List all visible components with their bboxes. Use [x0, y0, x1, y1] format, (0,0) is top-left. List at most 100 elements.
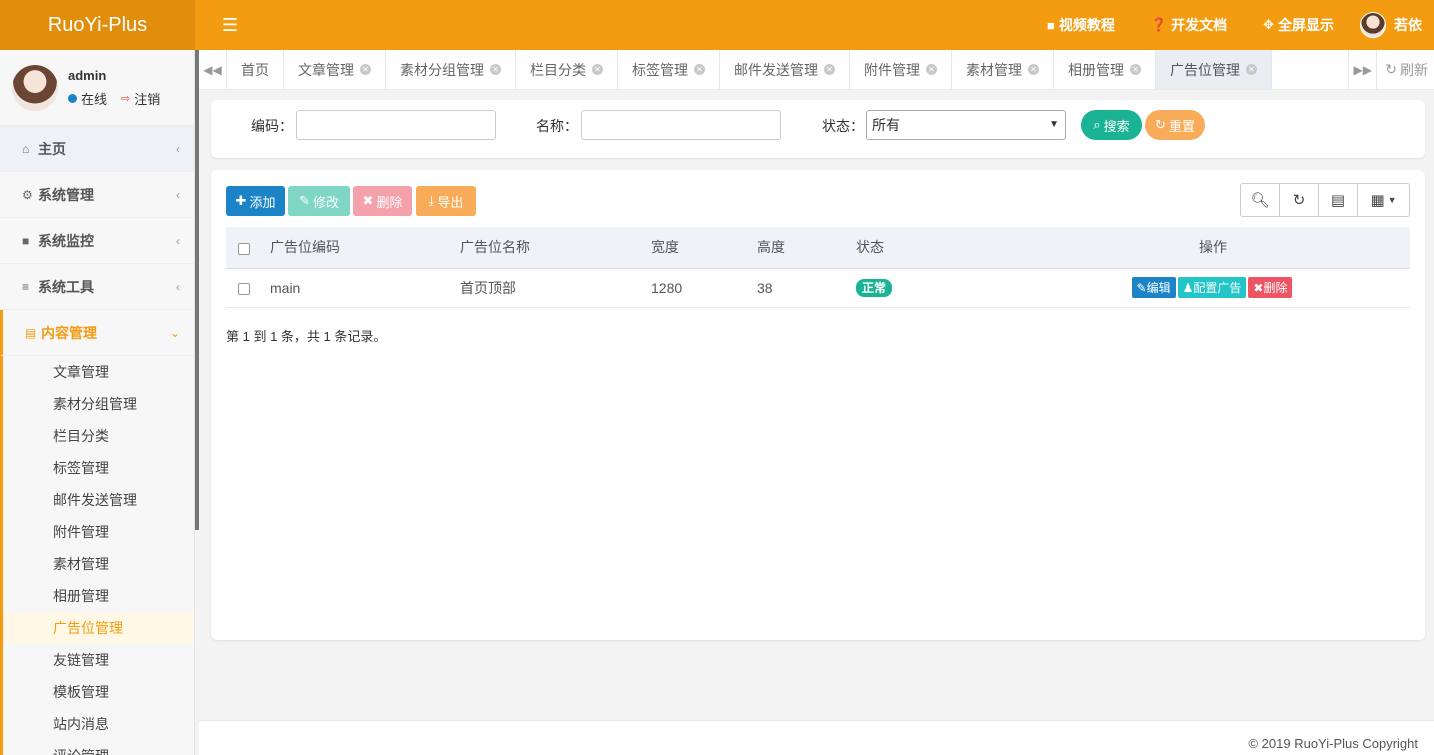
submenu-item[interactable]: 文章管理	[3, 356, 194, 388]
column-header[interactable]: 状态	[856, 227, 1016, 269]
sidebar-item-label: 主页	[38, 140, 66, 157]
submenu-item[interactable]: 站内消息	[3, 708, 194, 740]
columns-button[interactable]: ▦ ▼	[1358, 184, 1409, 216]
status-label: 状态：	[822, 118, 864, 134]
download-icon: ⤓	[428, 193, 435, 208]
video-tutorial-link[interactable]: ■ 视频教程	[1029, 0, 1133, 50]
sidebar-item-monitor[interactable]: ■ 系统监控 ‹	[0, 218, 194, 264]
tab-home[interactable]: 首页	[227, 50, 284, 89]
logout-icon[interactable]: ⇨	[121, 92, 130, 105]
delete-button[interactable]: ✖ 删除	[353, 186, 412, 216]
submenu-item[interactable]: 素材分组管理	[3, 388, 194, 420]
code-input[interactable]	[296, 110, 496, 140]
tab-ad-position[interactable]: 广告位管理 ✕	[1156, 50, 1272, 89]
tab-category[interactable]: 栏目分类 ✕	[516, 50, 618, 89]
close-icon[interactable]: ✕	[1028, 64, 1039, 75]
fullscreen-link[interactable]: ✥ 全屏显示	[1245, 0, 1352, 50]
sidebar-item-tools[interactable]: ≡ 系统工具 ‹	[0, 264, 194, 310]
tab-tags[interactable]: 标签管理 ✕	[618, 50, 720, 89]
tab-album[interactable]: 相册管理 ✕	[1054, 50, 1156, 89]
column-header[interactable]: 高度	[757, 227, 856, 269]
submenu-item[interactable]: 邮件发送管理	[3, 484, 194, 516]
tab-attachment[interactable]: 附件管理 ✕	[850, 50, 952, 89]
refresh-icon: ↻	[1292, 192, 1306, 209]
sidebar-scrollbar[interactable]	[195, 50, 199, 530]
refresh-button[interactable]: ↻ 刷新	[1376, 50, 1434, 89]
export-button[interactable]: ⤓ 导出	[416, 186, 476, 216]
chevron-left-icon: ‹	[176, 187, 180, 202]
row-edit-button[interactable]: ✎ 编辑	[1131, 277, 1176, 298]
bars-icon: ≡	[22, 279, 30, 294]
tab-label: 文章管理	[298, 61, 354, 78]
close-icon[interactable]: ✕	[360, 64, 371, 75]
column-header[interactable]: 宽度	[651, 227, 757, 269]
tab-label: 首页	[241, 61, 269, 78]
close-icon[interactable]: ✕	[1130, 64, 1141, 75]
chevron-left-icon: ‹	[176, 279, 180, 294]
submenu-item[interactable]: 标签管理	[3, 452, 194, 484]
edit-icon: ✎	[1136, 280, 1147, 295]
search-button[interactable]: ⌕ 搜索	[1081, 110, 1142, 140]
tab-material-group[interactable]: 素材分组管理 ✕	[386, 50, 516, 89]
search-toggle-button[interactable]: 🔍︎	[1241, 184, 1280, 216]
plus-icon: ✚	[235, 193, 247, 208]
name-label: 名称：	[536, 118, 578, 134]
close-icon[interactable]: ✕	[926, 64, 937, 75]
cell-width: 1280	[651, 268, 757, 308]
row-edit-label: 编辑	[1146, 281, 1171, 295]
tab-label: 邮件发送管理	[734, 61, 818, 78]
delete-button-label: 删除	[376, 194, 403, 210]
edit-button[interactable]: ✎ 修改	[288, 186, 350, 216]
tab-article[interactable]: 文章管理 ✕	[284, 50, 386, 89]
close-icon[interactable]: ✕	[1246, 64, 1257, 75]
tab-label: 广告位管理	[1170, 61, 1240, 78]
tab-label: 素材分组管理	[400, 61, 484, 78]
close-icon[interactable]: ✕	[824, 64, 835, 75]
add-button[interactable]: ✚ 添加	[226, 186, 285, 216]
caret-down-icon: ▼	[1049, 119, 1059, 130]
sidebar-item-home[interactable]: ⌂ 主页 ‹	[0, 126, 194, 172]
column-header[interactable]: 广告位编码	[270, 227, 460, 269]
row-checkbox[interactable]	[238, 282, 250, 295]
submenu-item[interactable]: 友链管理	[3, 644, 194, 676]
toggle-view-button[interactable]: ▤	[1319, 184, 1358, 216]
table-row[interactable]: main 首页顶部 1280 38 正常 ✎ 编辑 ♟ 配置广告 ✖ 删除	[226, 268, 1410, 308]
list-icon: ▤	[1330, 192, 1346, 209]
avatar[interactable]	[12, 64, 58, 111]
close-icon[interactable]: ✕	[694, 64, 705, 75]
logout-link[interactable]: 注销	[134, 89, 160, 108]
sidebar-item-system[interactable]: ⚙ 系统管理 ‹	[0, 172, 194, 218]
select-all-checkbox[interactable]	[238, 242, 250, 255]
column-header[interactable]: 广告位名称	[460, 227, 651, 269]
reset-button[interactable]: ↻ 重置	[1145, 110, 1205, 140]
tab-scroll-right-icon[interactable]: ▶▶	[1348, 50, 1376, 89]
sidebar-item-content[interactable]: ▤ 内容管理 ⌄	[0, 310, 194, 356]
fullscreen-label: 全屏显示	[1278, 17, 1334, 33]
hamburger-icon[interactable]: ☰	[195, 15, 265, 36]
tab-material[interactable]: 素材管理 ✕	[952, 50, 1054, 89]
brand-logo[interactable]: RuoYi-Plus	[0, 0, 195, 50]
main-panel: ✚ 添加 ✎ 修改 ✖ 删除 ⤓ 导出 🔍︎ ↻ ▤ ▦ ▼ 广告位编码 广告位名…	[211, 170, 1425, 640]
submenu-item[interactable]: 模板管理	[3, 676, 194, 708]
tab-label: 素材管理	[966, 61, 1022, 78]
close-icon[interactable]: ✕	[490, 64, 501, 75]
close-icon[interactable]: ✕	[592, 64, 603, 75]
submenu-item[interactable]: 栏目分类	[3, 420, 194, 452]
submenu-item[interactable]: 评论管理	[3, 740, 194, 755]
submenu-item[interactable]: 相册管理	[3, 580, 194, 612]
refresh-table-button[interactable]: ↻	[1280, 184, 1319, 216]
status-select[interactable]: 所有 ▼	[866, 110, 1066, 140]
tab-mail[interactable]: 邮件发送管理 ✕	[720, 50, 850, 89]
row-config-ad-button[interactable]: ♟ 配置广告	[1177, 277, 1247, 298]
submenu-item[interactable]: 素材管理	[3, 548, 194, 580]
submenu-item-active[interactable]: 广告位管理	[3, 612, 194, 644]
tab-scroll-left-icon[interactable]: ◀◀	[199, 50, 227, 89]
user-menu[interactable]: 若依	[1352, 12, 1434, 38]
dev-docs-link[interactable]: ❓ 开发文档	[1133, 0, 1245, 50]
submenu-item[interactable]: 附件管理	[3, 516, 194, 548]
name-input[interactable]	[581, 110, 781, 140]
footer: © 2019 RuoYi-Plus Copyright	[199, 720, 1434, 755]
tab-label: 标签管理	[632, 61, 688, 78]
row-delete-button[interactable]: ✖ 删除	[1248, 277, 1293, 298]
online-status: 在线	[81, 91, 108, 107]
